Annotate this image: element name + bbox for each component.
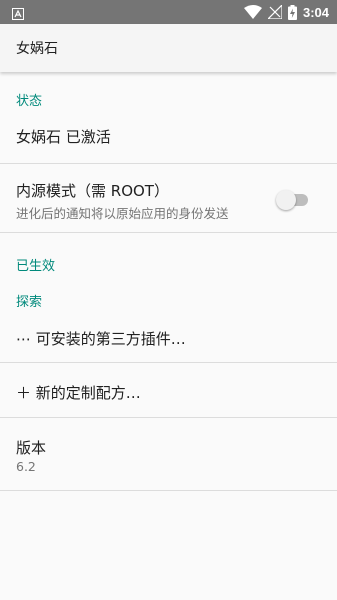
divider <box>0 232 337 233</box>
category-status: 状态 <box>16 94 43 109</box>
third-party-plugins-item[interactable]: ⋯ 可安装的第三方插件… <box>16 328 186 349</box>
status-time: 3:04 <box>302 4 329 20</box>
battery-charging-icon <box>287 4 297 20</box>
root-mode-switch[interactable] <box>276 190 312 210</box>
divider <box>0 362 337 363</box>
status-bar: 3:04 <box>0 0 337 24</box>
switch-thumb <box>276 190 296 210</box>
divider <box>0 417 337 418</box>
app-bar: 女娲石 <box>0 24 337 72</box>
divider <box>0 490 337 491</box>
category-explore: 探索 <box>16 295 43 310</box>
root-mode-title: 内源模式（需 ROOT） <box>16 182 169 200</box>
version-value: 6.2 <box>16 459 36 474</box>
notification-icon <box>12 5 24 20</box>
new-recipe-item[interactable]: ＋ 新的定制配方… <box>16 382 141 403</box>
signal-off-icon <box>267 5 282 19</box>
version-title: 版本 <box>16 439 47 457</box>
app-title: 女娲石 <box>16 41 58 57</box>
divider <box>0 163 337 164</box>
wifi-icon <box>243 5 262 19</box>
category-effective: 已生效 <box>16 259 56 274</box>
root-mode-summary: 进化后的通知将以原始应用的身份发送 <box>16 206 229 221</box>
activation-status[interactable]: 女娲石 已激活 <box>16 126 111 147</box>
